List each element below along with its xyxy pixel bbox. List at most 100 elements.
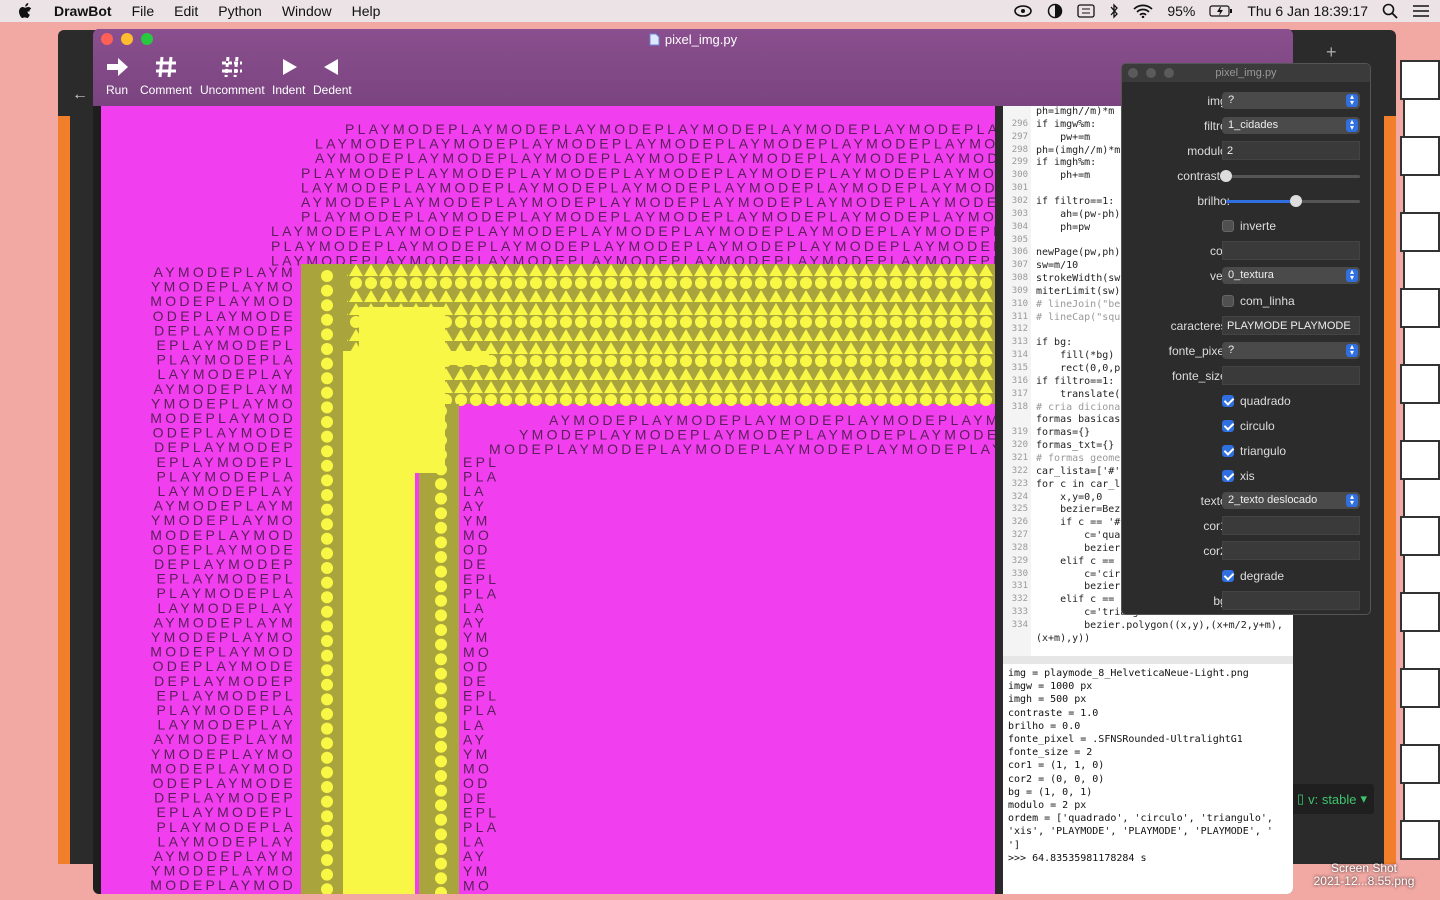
fonte-size-field[interactable] <box>1222 366 1360 385</box>
code-line[interactable]: rect(0,0,p <box>1036 363 1120 374</box>
desktop-screenshot-thumbnail[interactable] <box>1403 402 1440 442</box>
code-line[interactable]: miterLimit(sw) <box>1036 286 1120 297</box>
code-line[interactable]: formas={} <box>1036 427 1090 438</box>
quadrado-checkbox[interactable] <box>1222 395 1234 407</box>
code-line[interactable]: c='qua <box>1036 530 1120 541</box>
code-line[interactable]: pw+=m <box>1036 132 1090 143</box>
code-line[interactable]: if imgh%m: <box>1036 157 1096 168</box>
circulo-checkbox[interactable] <box>1222 420 1234 432</box>
desktop-screenshot-thumbnail[interactable] <box>1400 516 1440 556</box>
code-line[interactable]: fill(*bg) <box>1036 350 1114 361</box>
code-line[interactable]: if bg: <box>1036 337 1072 348</box>
code-line[interactable]: strokeWidth(sw <box>1036 273 1120 284</box>
control-center-icon[interactable] <box>1412 4 1430 18</box>
code-line[interactable]: bezier <box>1036 581 1120 592</box>
desktop-screenshot-thumbnail[interactable] <box>1400 820 1440 860</box>
xis-checkbox[interactable] <box>1222 470 1234 482</box>
degrade-checkbox[interactable] <box>1222 570 1234 582</box>
half-circle-icon[interactable] <box>1047 3 1063 19</box>
code-line[interactable]: ph+=m <box>1036 170 1090 181</box>
desktop-screenshot-thumbnail[interactable] <box>1400 288 1440 328</box>
code-line[interactable]: bezier <box>1036 543 1120 554</box>
code-line[interactable]: elif c == <box>1036 594 1114 605</box>
desktop-screenshot-thumbnail[interactable] <box>1400 744 1440 784</box>
desktop-screenshot-stack[interactable] <box>1396 60 1440 900</box>
code-line[interactable]: if filtro==1: <box>1036 196 1114 207</box>
desktop-screenshot-thumbnail[interactable] <box>1403 478 1440 518</box>
dedent-button[interactable]: Dedent <box>313 55 352 97</box>
creative-cloud-icon[interactable] <box>1013 4 1033 18</box>
com-linha-checkbox[interactable] <box>1222 295 1234 307</box>
desktop-screenshot-thumbnail[interactable] <box>1400 440 1440 480</box>
apple-menu-icon[interactable] <box>18 3 38 19</box>
code-line[interactable]: # lineJoin("be <box>1036 299 1120 310</box>
panel-zoom-button[interactable] <box>1164 68 1174 78</box>
panel-close-button[interactable] <box>1128 68 1138 78</box>
modulo-field[interactable]: 2 <box>1222 141 1360 160</box>
code-line[interactable]: c='cir <box>1036 569 1120 580</box>
code-line[interactable]: translate( <box>1036 389 1120 400</box>
brilho-slider[interactable] <box>1226 195 1360 207</box>
code-line[interactable]: ah=(pw-ph) <box>1036 209 1120 220</box>
bluetooth-icon[interactable] <box>1109 3 1119 19</box>
cor2-field[interactable] <box>1222 541 1360 560</box>
texto-select[interactable]: 2_texto deslocado ▴ ▾ <box>1222 492 1360 509</box>
code-line[interactable]: if c == '# <box>1036 517 1120 528</box>
code-line[interactable]: formas_txt={} <box>1036 440 1114 451</box>
code-line[interactable]: bezier=Bez <box>1036 504 1120 515</box>
menubar-clock[interactable]: Thu 6 Jan 18:39:17 <box>1247 3 1368 19</box>
desktop-file-label[interactable]: Screen Shot 2021-12...8.55.png <box>1294 862 1434 888</box>
code-line[interactable]: if imgw%m: <box>1036 119 1096 130</box>
code-line[interactable]: newPage(pw,ph) <box>1036 247 1120 258</box>
desktop-screenshot-thumbnail[interactable] <box>1403 174 1440 214</box>
code-line[interactable]: bezier.polygon((x,y),(x+m/2,y+m), <box>1036 620 1283 631</box>
code-line[interactable]: for c in car_l <box>1036 479 1120 490</box>
menu-help[interactable]: Help <box>352 3 381 19</box>
menu-python[interactable]: Python <box>218 3 262 19</box>
contraste-slider-knob[interactable] <box>1220 170 1232 182</box>
cor1-field[interactable] <box>1222 516 1360 535</box>
menu-window[interactable]: Window <box>282 3 332 19</box>
code-line[interactable]: formas basicas <box>1036 414 1120 425</box>
inverte-checkbox[interactable] <box>1222 220 1234 232</box>
code-line[interactable]: (x+m),y)) <box>1036 633 1090 644</box>
uncomment-button[interactable]: Uncomment <box>200 55 265 97</box>
desktop-screenshot-thumbnail[interactable] <box>1403 782 1440 822</box>
spotlight-search-icon[interactable] <box>1382 3 1398 19</box>
comment-button[interactable]: Comment <box>140 55 192 97</box>
filtro-select[interactable]: 1_cidades ▴ ▾ <box>1222 117 1360 134</box>
input-source-icon[interactable] <box>1077 4 1095 18</box>
menu-file[interactable]: File <box>132 3 155 19</box>
code-line[interactable]: x,y=0,0 <box>1036 492 1102 503</box>
fonte-pixel-select[interactable]: ? ▴ ▾ <box>1222 342 1360 359</box>
caracteres-field[interactable]: PLAYMODE PLAYMODE <box>1222 316 1360 335</box>
desktop-screenshot-thumbnail[interactable] <box>1400 212 1440 252</box>
version-status-badge[interactable]: ▯ v: stable ▾ <box>1290 784 1374 814</box>
wifi-icon[interactable] <box>1133 4 1153 18</box>
panel-minimize-button[interactable] <box>1146 68 1156 78</box>
desktop-screenshot-thumbnail[interactable] <box>1403 250 1440 290</box>
desktop-screenshot-thumbnail[interactable] <box>1403 706 1440 746</box>
img-select[interactable]: ? ▴ ▾ <box>1222 92 1360 109</box>
horizontal-splitter[interactable] <box>1003 656 1293 664</box>
code-line[interactable]: car_lista=['#' <box>1036 466 1120 477</box>
desktop-screenshot-thumbnail[interactable] <box>1403 630 1440 670</box>
code-line[interactable]: sw=m/10 <box>1036 260 1078 271</box>
run-button[interactable]: Run <box>105 55 129 97</box>
back-arrow-icon[interactable]: ← <box>72 86 88 104</box>
desktop-screenshot-thumbnail[interactable] <box>1400 668 1440 708</box>
menu-edit[interactable]: Edit <box>174 3 198 19</box>
code-line[interactable]: ph=(imgh//m)*m <box>1036 145 1120 156</box>
code-line[interactable]: if filtro==1: <box>1036 376 1114 387</box>
desktop-screenshot-thumbnail[interactable] <box>1403 554 1440 594</box>
drawing-canvas[interactable]: PLAYMODEPLAYMODEPLAYMODEPLAYMODEPLAYMODE… <box>101 106 995 894</box>
desktop-screenshot-thumbnail[interactable] <box>1400 364 1440 404</box>
bg-field[interactable] <box>1222 591 1360 610</box>
code-line[interactable]: # lineCap("squ <box>1036 312 1120 323</box>
code-line[interactable]: ph=imgh//m)*m <box>1036 106 1114 117</box>
desktop-screenshot-thumbnail[interactable] <box>1403 326 1440 366</box>
ver-select[interactable]: 0_textura ▴ ▾ <box>1222 267 1360 284</box>
brilho-slider-knob[interactable] <box>1289 195 1302 207</box>
menu-app-name[interactable]: DrawBot <box>54 3 112 19</box>
indent-button[interactable]: Indent <box>272 55 305 97</box>
